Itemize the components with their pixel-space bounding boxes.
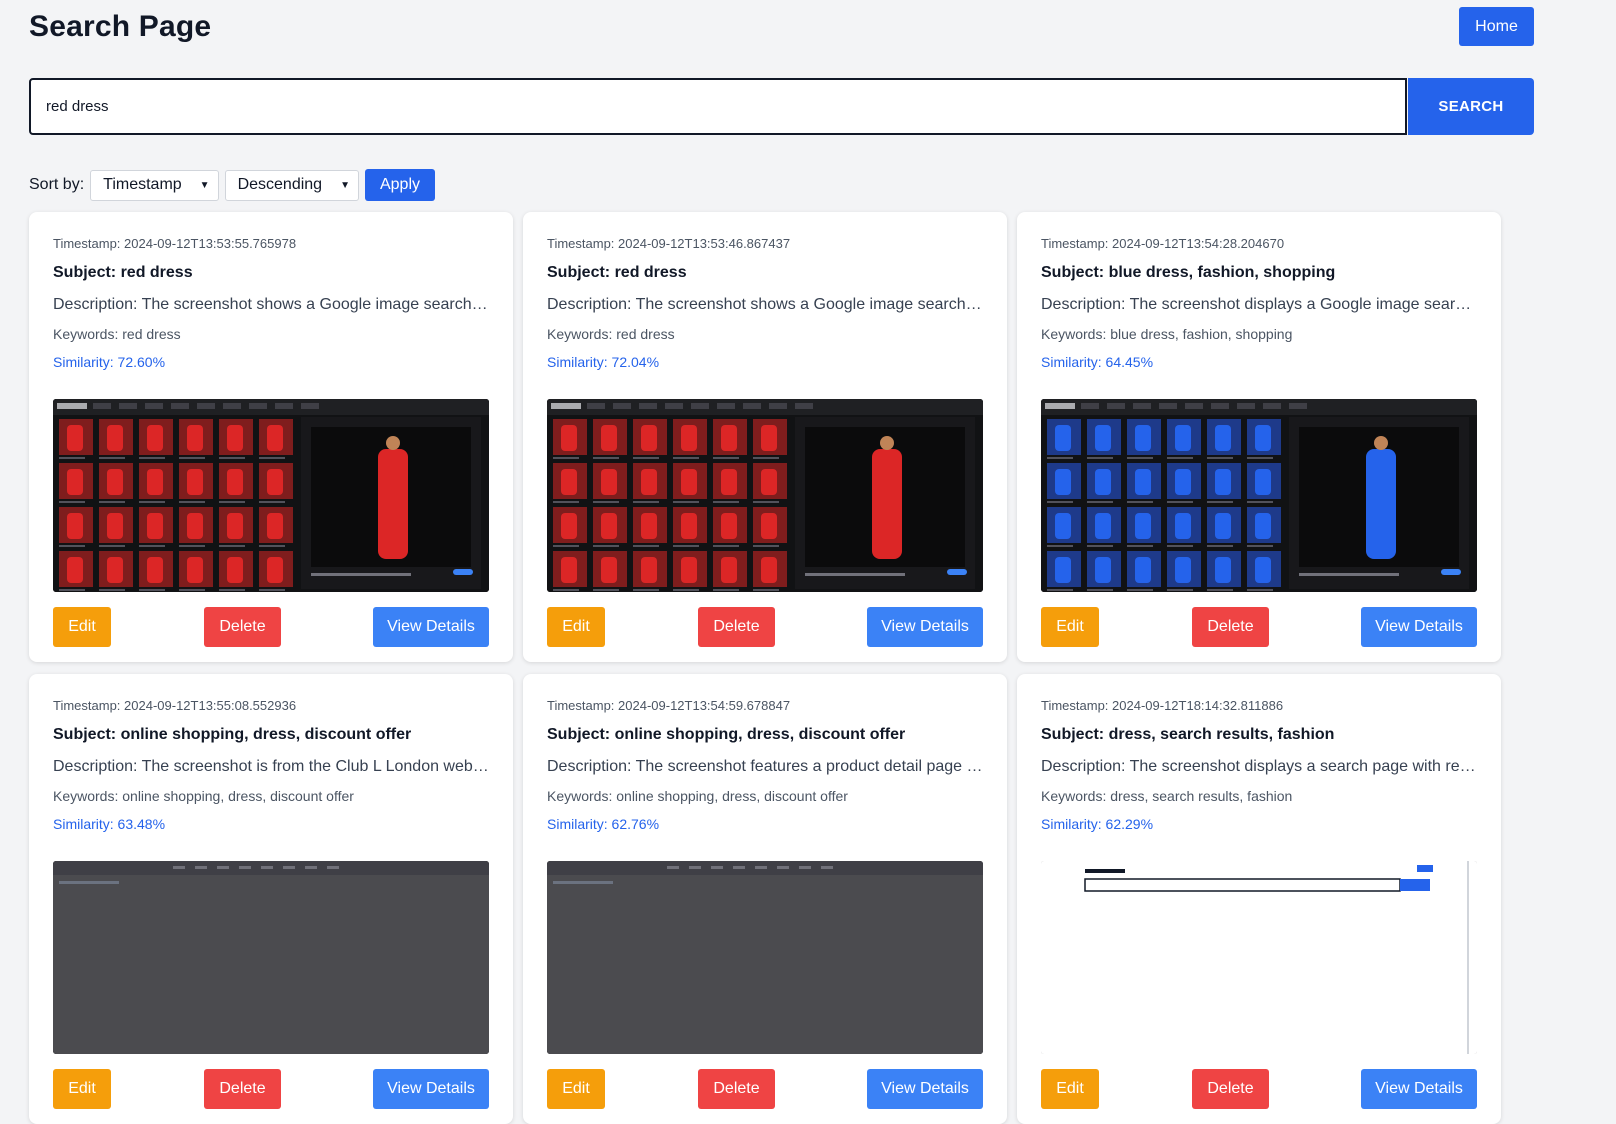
card-similarity: Similarity: 72.04% [547, 354, 660, 370]
card-timestamp: Timestamp: 2024-09-12T13:55:08.552936 [53, 698, 297, 713]
view-details-button[interactable]: View Details [867, 1069, 983, 1109]
card-similarity: Similarity: 63.48% [53, 816, 166, 832]
card-screenshot-thumbnail[interactable] [53, 399, 489, 592]
result-card: Timestamp: 2024-09-12T13:54:59.678847 Sub… [523, 674, 1007, 1124]
delete-button[interactable]: Delete [204, 607, 281, 647]
edit-button[interactable]: Edit [53, 607, 111, 647]
card-keywords: Keywords: online shopping, dress, discou… [53, 788, 354, 804]
card-description: Description: The screenshot shows a Goog… [53, 296, 489, 313]
edit-button[interactable]: Edit [1041, 1069, 1099, 1109]
view-details-button[interactable]: View Details [867, 607, 983, 647]
card-keywords: Keywords: dress, search results, fashion [1041, 788, 1293, 804]
edit-button[interactable]: Edit [53, 1069, 111, 1109]
delete-button[interactable]: Delete [1192, 1069, 1269, 1109]
sort-order-value: Descending [237, 176, 323, 193]
card-screenshot-thumbnail[interactable] [1041, 399, 1477, 592]
card-keywords: Keywords: red dress [53, 326, 181, 342]
delete-button[interactable]: Delete [698, 607, 775, 647]
page-title: Search Page [29, 10, 212, 43]
card-subject: Subject: online shopping, dress, discoun… [547, 726, 906, 743]
card-timestamp: Timestamp: 2024-09-12T13:54:28.204670 [1041, 236, 1285, 251]
result-card: Timestamp: 2024-09-12T13:55:08.552936 Sub… [29, 674, 513, 1124]
edit-button[interactable]: Edit [1041, 607, 1099, 647]
delete-button[interactable]: Delete [698, 1069, 775, 1109]
edit-button[interactable]: Edit [547, 1069, 605, 1109]
sort-field-select[interactable]: Timestamp ▼ [90, 169, 219, 201]
card-subject: Subject: red dress [53, 264, 193, 281]
view-details-button[interactable]: View Details [1361, 1069, 1477, 1109]
card-similarity: Similarity: 72.60% [53, 354, 166, 370]
result-card: Timestamp: 2024-09-12T13:53:55.765978 Sub… [29, 212, 513, 662]
card-subject: Subject: blue dress, fashion, shopping [1041, 264, 1336, 281]
view-details-button[interactable]: View Details [373, 607, 489, 647]
delete-button[interactable]: Delete [204, 1069, 281, 1109]
chevron-down-icon: ▼ [340, 179, 350, 191]
card-similarity: Similarity: 62.76% [547, 816, 660, 832]
card-similarity: Similarity: 62.29% [1041, 816, 1154, 832]
search-button[interactable]: SEARCH [1408, 78, 1534, 135]
card-screenshot-thumbnail[interactable] [1041, 861, 1477, 1054]
card-keywords: Keywords: online shopping, dress, discou… [547, 788, 848, 804]
card-subject: Subject: dress, search results, fashion [1041, 726, 1335, 743]
apply-button[interactable]: Apply [364, 169, 436, 201]
result-card: Timestamp: 2024-09-12T13:53:46.867437 Sub… [523, 212, 1007, 662]
card-screenshot-thumbnail[interactable] [547, 861, 983, 1054]
delete-button[interactable]: Delete [1192, 607, 1269, 647]
sort-label: Sort by: [29, 176, 85, 193]
card-subject: Subject: red dress [547, 264, 687, 281]
chevron-down-icon: ▼ [199, 179, 210, 191]
card-description: Description: The screenshot features a p… [547, 758, 983, 775]
card-keywords: Keywords: blue dress, fashion, shopping [1041, 326, 1293, 342]
card-timestamp: Timestamp: 2024-09-12T13:54:59.678847 [547, 698, 791, 713]
card-description: Description: The screenshot displays a G… [1041, 296, 1477, 313]
result-card: Timestamp: 2024-09-12T18:14:32.811886 Sub… [1017, 674, 1501, 1124]
sort-controls: Sort by: Timestamp ▼ Descending ▼ Apply [29, 169, 436, 201]
card-keywords: Keywords: red dress [547, 326, 675, 342]
card-screenshot-thumbnail[interactable] [547, 399, 983, 592]
card-screenshot-thumbnail[interactable] [53, 861, 489, 1054]
sort-order-select[interactable]: Descending ▼ [224, 169, 359, 201]
result-card: Timestamp: 2024-09-12T13:54:28.204670 Sub… [1017, 212, 1501, 662]
edit-button[interactable]: Edit [547, 607, 605, 647]
home-button[interactable]: Home [1459, 7, 1534, 46]
card-timestamp: Timestamp: 2024-09-12T13:53:55.765978 [53, 236, 297, 251]
search-input[interactable]: red dress [29, 78, 1407, 135]
card-similarity: Similarity: 64.45% [1041, 354, 1154, 370]
card-description: Description: The screenshot displays a s… [1041, 758, 1477, 775]
card-description: Description: The screenshot shows a Goog… [547, 296, 983, 313]
card-subject: Subject: online shopping, dress, discoun… [53, 726, 412, 743]
card-timestamp: Timestamp: 2024-09-12T13:53:46.867437 [547, 236, 791, 251]
card-timestamp: Timestamp: 2024-09-12T18:14:32.811886 [1041, 698, 1284, 713]
view-details-button[interactable]: View Details [373, 1069, 489, 1109]
view-details-button[interactable]: View Details [1361, 607, 1477, 647]
card-description: Description: The screenshot is from the … [53, 758, 489, 775]
sort-field-value: Timestamp [103, 176, 182, 193]
